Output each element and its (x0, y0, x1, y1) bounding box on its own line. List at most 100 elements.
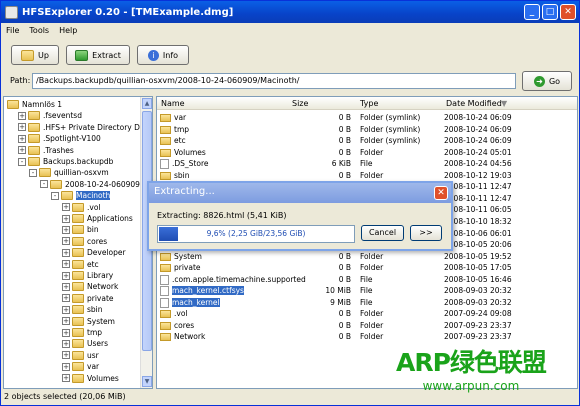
expand-toggle-icon[interactable]: + (18, 146, 26, 155)
tree-item[interactable]: + .vol (62, 202, 101, 213)
scroll-up-arrow[interactable]: ▲ (142, 98, 152, 109)
tree-item[interactable]: + private (62, 293, 114, 304)
list-row[interactable]: Volumes 0 B Folder 2008-10-24 05:01 (157, 147, 577, 159)
tree-item[interactable]: + Users (62, 338, 108, 349)
expand-button[interactable]: >> (410, 225, 442, 241)
tree-item[interactable]: + .HFS+ Private Directory Data (18, 122, 152, 133)
cell-date: 2008-09-03 20:32 (444, 286, 512, 296)
tree-item[interactable]: + Applications (62, 213, 133, 224)
tree-item[interactable]: + sbin (62, 304, 103, 315)
cell-type: Folder (360, 320, 384, 330)
tree-item[interactable]: + .Spotlight-V100 (18, 133, 101, 144)
tree-item[interactable]: + Library (62, 270, 113, 281)
expand-toggle-icon[interactable]: - (40, 180, 48, 189)
tree-item[interactable]: + .fseventsd (18, 110, 82, 121)
expand-toggle-icon[interactable]: + (62, 305, 70, 314)
tree-item[interactable]: - quillian-osxvm (29, 167, 109, 178)
go-arrow-icon: ➜ (533, 75, 545, 87)
dialog-close-button[interactable]: ✕ (434, 186, 448, 200)
expand-toggle-icon[interactable]: + (62, 214, 70, 223)
folder-icon (61, 191, 73, 201)
expand-toggle-icon[interactable]: + (62, 203, 70, 212)
folder-tree[interactable]: + Volumes + var + usr + Users + tmp + System + sbin + p… (3, 96, 153, 389)
list-row[interactable]: private 0 B Folder 2008-10-05 17:05 (157, 262, 577, 274)
tree-item[interactable]: + etc (62, 259, 99, 270)
go-button[interactable]: ➜ Go (522, 71, 572, 91)
cell-name: etc (160, 136, 186, 146)
menu-tools[interactable]: Tools (29, 26, 49, 35)
list-row[interactable]: etc 0 B Folder (symlink) 2008-10-24 06:09 (157, 135, 577, 147)
expand-toggle-icon[interactable]: + (62, 339, 70, 348)
tree-item[interactable]: + tmp (62, 327, 102, 338)
expand-toggle-icon[interactable]: + (62, 294, 70, 303)
folder-icon (72, 328, 84, 337)
expand-toggle-icon[interactable]: + (62, 271, 70, 280)
tree-item-label: Library (87, 271, 114, 280)
expand-toggle-icon[interactable]: + (62, 248, 70, 257)
list-row[interactable]: mach_kernel 9 MiB File 2008-09-03 20:32 (157, 297, 577, 309)
expand-toggle-icon[interactable]: + (18, 134, 26, 143)
expand-toggle-icon[interactable]: + (62, 362, 70, 371)
cell-date: 2007-09-23 23:37 (444, 320, 512, 330)
expand-toggle-icon[interactable]: + (62, 328, 70, 337)
list-row[interactable]: System 0 B Folder 2008-10-05 19:52 (157, 251, 577, 263)
list-row[interactable]: cores 0 B Folder 2007-09-23 23:37 (157, 320, 577, 332)
tree-item[interactable]: - 2008-10-24-060909 (40, 179, 140, 190)
menu-file[interactable]: File (6, 26, 19, 35)
tree-item[interactable]: + System (62, 316, 115, 327)
tree-item-label: tmp (87, 328, 103, 337)
list-row[interactable]: var 0 B Folder (symlink) 2008-10-24 06:09 (157, 112, 577, 124)
col-type[interactable]: Type (360, 99, 378, 108)
tree-item[interactable]: + cores (62, 236, 107, 247)
close-button[interactable]: ✕ (560, 4, 576, 20)
info-button[interactable]: i Info (137, 45, 189, 65)
tree-item[interactable]: + Network (62, 281, 118, 292)
expand-toggle-icon[interactable]: + (62, 237, 70, 246)
col-date[interactable]: Date Modified (446, 99, 502, 108)
expand-toggle-icon[interactable]: + (62, 317, 70, 326)
expand-toggle-icon[interactable]: - (29, 168, 37, 177)
tree-item[interactable]: + bin (62, 224, 99, 235)
cell-name: cores (160, 321, 194, 330)
progress-bar: 9,6% (2,25 GiB/23,56 GiB) (157, 225, 355, 243)
tree-item[interactable]: - Macinoth (51, 190, 111, 201)
tree-item[interactable]: + .Trashes (18, 145, 74, 156)
path-input[interactable]: /Backups.backupdb/quillian-osxvm/2008-10… (32, 73, 516, 89)
expand-toggle-icon[interactable]: + (62, 225, 70, 234)
scroll-down-arrow[interactable]: ▼ (142, 376, 152, 387)
folder-icon (160, 114, 171, 122)
folder-icon (72, 236, 84, 246)
col-name[interactable]: Name (161, 99, 185, 108)
list-row[interactable]: .DS_Store 6 KiB File 2008-10-24 04:56 (157, 158, 577, 170)
tree-item[interactable]: + Developer (62, 247, 126, 258)
expand-toggle-icon[interactable]: - (18, 157, 26, 166)
list-row[interactable]: sbin 0 B Folder 2008-10-12 19:03 (157, 170, 577, 182)
maximize-button[interactable]: □ (542, 4, 558, 20)
list-row[interactable]: tmp 0 B Folder (symlink) 2008-10-24 06:09 (157, 124, 577, 136)
minimize-button[interactable]: _ (524, 4, 540, 20)
col-size[interactable]: Size (292, 99, 308, 108)
expand-toggle-icon[interactable]: - (51, 191, 59, 200)
tree-item[interactable]: + Volumes (62, 373, 119, 384)
expand-toggle-icon[interactable]: + (62, 260, 70, 269)
expand-toggle-icon[interactable]: + (18, 111, 26, 120)
tree-item[interactable]: - Backups.backupdb (18, 156, 113, 167)
expand-toggle-icon[interactable]: + (62, 351, 70, 360)
list-row[interactable]: mach_kernel.ctfsys 10 MiB File 2008-09-03 2… (157, 285, 577, 297)
tree-item[interactable]: Namnlös 1 (7, 99, 62, 110)
tree-item[interactable]: + usr (62, 350, 99, 361)
cell-type: Folder (360, 170, 384, 180)
tree-item[interactable]: + var (62, 361, 99, 372)
expand-toggle-icon[interactable]: + (18, 123, 26, 132)
menu-help[interactable]: Help (59, 26, 77, 35)
list-row[interactable]: .com.apple.timemachine.supported 0 B File 2… (157, 274, 577, 286)
list-row[interactable]: Network 0 B Folder 2007-09-23 23:37 (157, 331, 577, 343)
expand-toggle-icon[interactable]: + (62, 374, 70, 383)
extract-button[interactable]: Extract (66, 45, 130, 65)
up-button[interactable]: Up (11, 45, 59, 65)
cell-type: File (360, 297, 373, 307)
cancel-button[interactable]: Cancel (361, 225, 404, 241)
list-row[interactable]: .vol 0 B Folder 2007-09-24 09:08 (157, 308, 577, 320)
expand-toggle-icon[interactable]: + (62, 282, 70, 291)
title-bar[interactable]: HFSExplorer 0.20 - [TMExample.dmg] _ □ ✕ (1, 1, 579, 23)
